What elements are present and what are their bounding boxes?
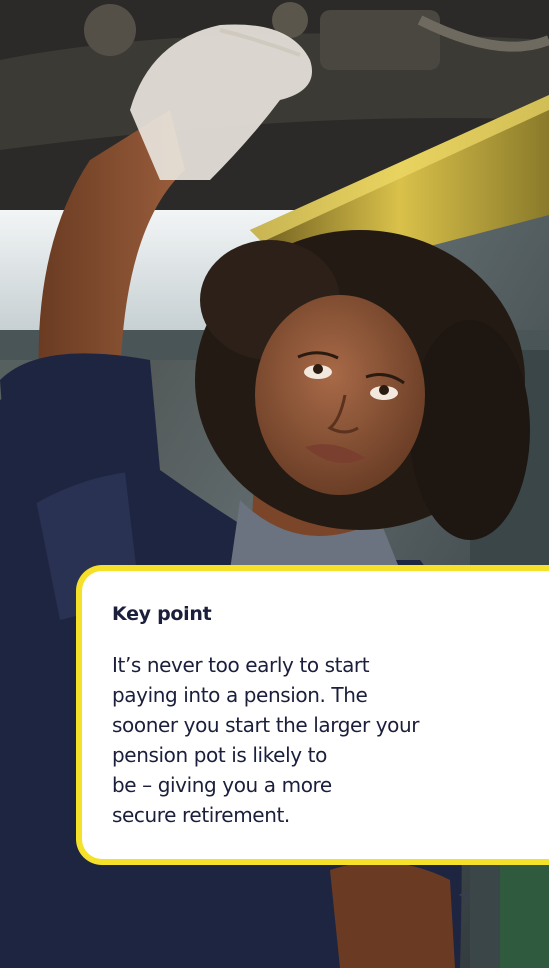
key-point-body-line: sooner you start the larger your: [112, 713, 420, 737]
page-number: 7: [458, 890, 471, 914]
key-point-body-line: It’s never too early to start: [112, 653, 370, 677]
key-point-callout: Key point It’s never too early to start …: [76, 565, 549, 865]
key-point-body-line: pension pot is likely to: [112, 743, 327, 767]
key-point-body-line: be – giving you a more: [112, 773, 332, 797]
key-point-title: Key point: [112, 603, 212, 625]
key-point-body: It’s never too early to start paying int…: [112, 650, 512, 830]
key-point-body-line: secure retirement.: [112, 803, 290, 827]
key-point-body-line: paying into a pension. The: [112, 683, 368, 707]
